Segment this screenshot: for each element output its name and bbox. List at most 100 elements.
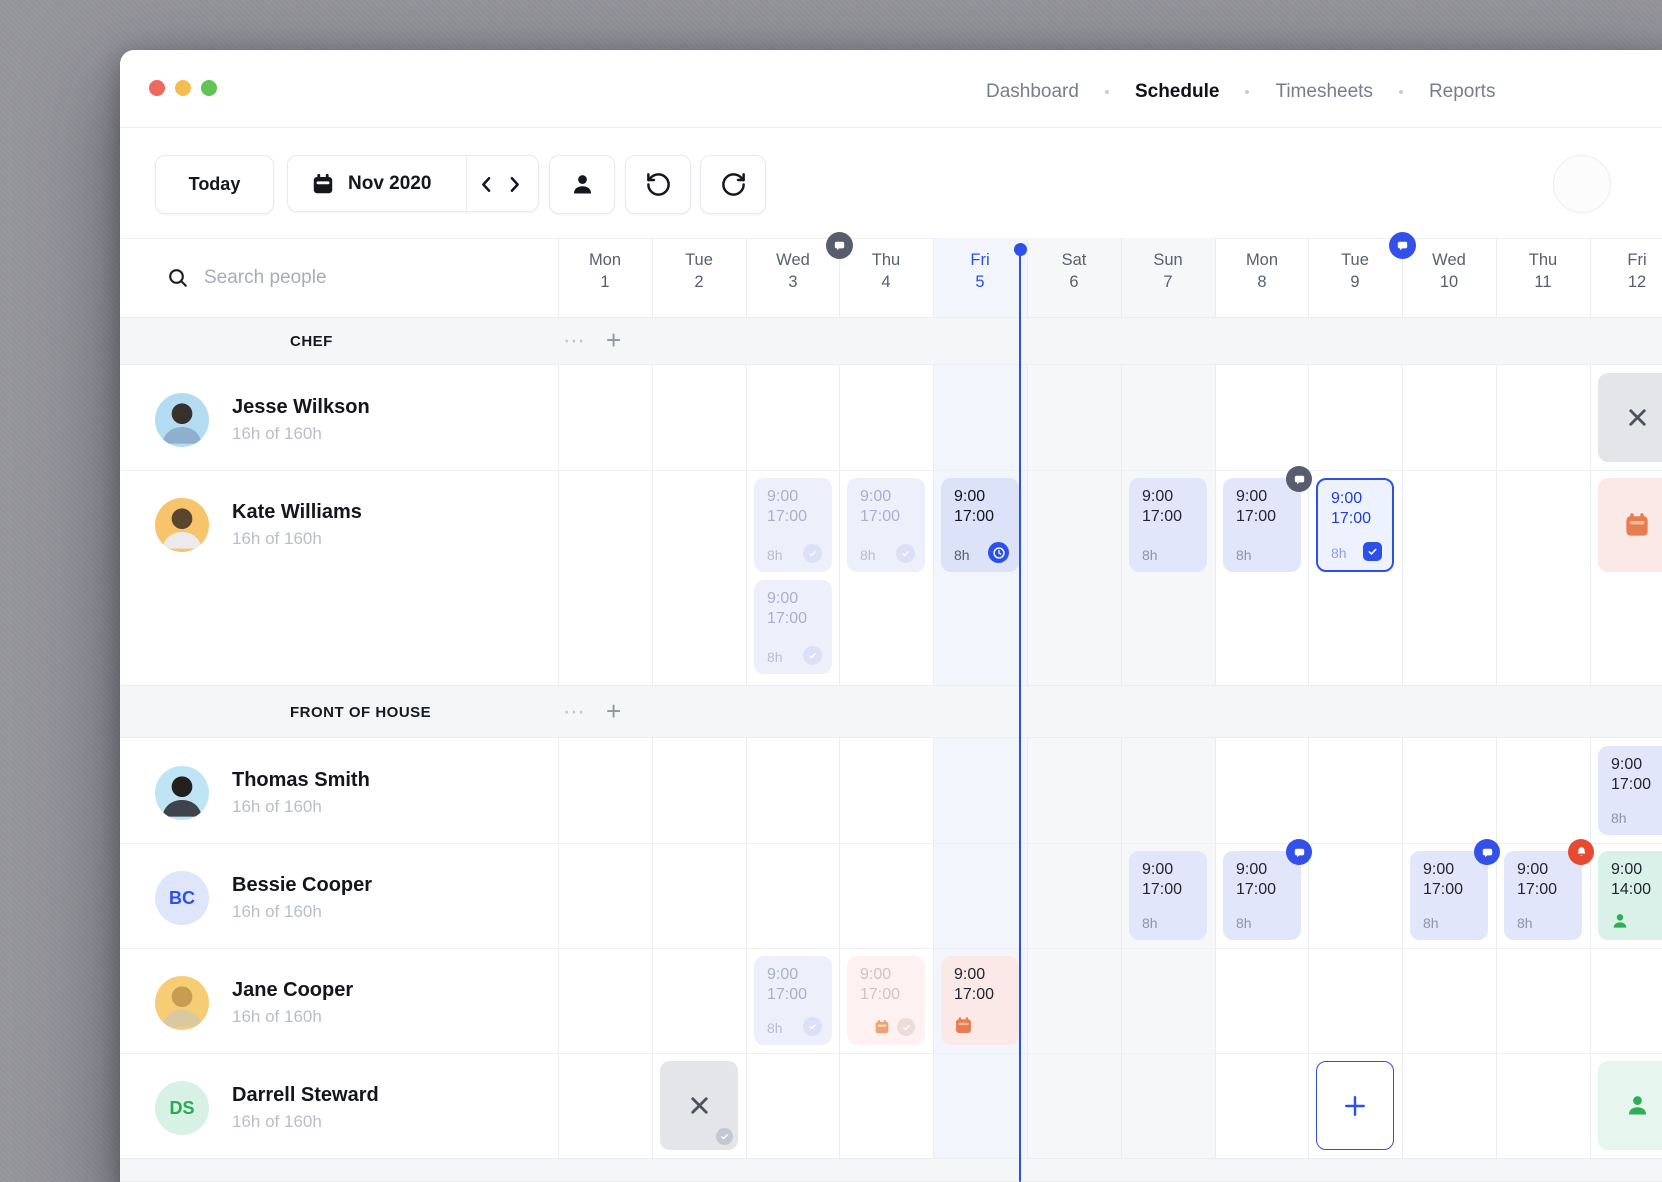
- shift-cell-pinkfaded[interactable]: 9:0017:00: [847, 956, 925, 1045]
- approved-check-icon: [897, 1018, 915, 1036]
- shift-cell-planned[interactable]: 9:0017:008h: [1598, 746, 1662, 835]
- group-options-icon[interactable]: ⋯: [563, 328, 585, 354]
- approved-check-icon: [803, 544, 822, 563]
- shift-cell-add[interactable]: [1316, 1061, 1394, 1150]
- shift-cell-planned[interactable]: 9:0017:008h: [1410, 851, 1488, 940]
- shift-cell-calendar-pink[interactable]: [1598, 478, 1662, 572]
- day-number: 11: [1496, 271, 1590, 293]
- group-label: FRONT OF HOUSE: [290, 704, 431, 721]
- shift-hours: 8h: [1517, 915, 1533, 931]
- day-name: Wed: [1402, 249, 1496, 271]
- shift-times: 9:0014:00: [1611, 860, 1651, 900]
- shift-cell-selected[interactable]: 9:0017:008h: [1316, 478, 1394, 572]
- today-button[interactable]: Today: [155, 155, 274, 214]
- shift-cell-teal[interactable]: 9:0014:00: [1598, 851, 1662, 940]
- shift-times: 9:0017:00: [1236, 487, 1276, 527]
- shift-times: 9:0017:00: [1142, 487, 1182, 527]
- shift-hours: 8h: [767, 649, 783, 665]
- alert-bell-badge[interactable]: [1568, 839, 1594, 865]
- group-header-front-of-house: FRONT OF HOUSE ⋯ +: [120, 685, 1662, 738]
- shift-check-badge: [716, 1128, 733, 1145]
- timeline-note-badge-dark[interactable]: [826, 232, 853, 259]
- chevron-left-icon[interactable]: [474, 172, 499, 197]
- day-number: 2: [652, 271, 746, 293]
- shift-cell-person-mint[interactable]: [1598, 1061, 1662, 1150]
- comment-badge[interactable]: [1286, 839, 1312, 865]
- shift-times: 9:0017:00: [1331, 489, 1371, 529]
- shift-times: 9:0017:00: [767, 965, 807, 1005]
- group-add-icon[interactable]: +: [606, 696, 621, 727]
- shift-hours: 8h: [1236, 547, 1252, 563]
- shift-times: 9:0017:00: [860, 487, 900, 527]
- shift-hours: 8h: [767, 547, 783, 563]
- clock-status-icon: [988, 542, 1009, 563]
- comment-badge[interactable]: [1286, 466, 1312, 492]
- group-options-icon[interactable]: ⋯: [563, 699, 585, 725]
- day-header-thu-4: Thu4: [839, 249, 933, 293]
- row-divider: [120, 948, 1662, 949]
- window-controls[interactable]: [149, 80, 217, 96]
- search-icon: [166, 266, 190, 290]
- minimize-button[interactable]: [175, 80, 191, 96]
- shift-hours: 8h: [1423, 915, 1439, 931]
- shift-cell-planned[interactable]: 9:0017:008h: [1223, 851, 1301, 940]
- redo-button[interactable]: [700, 155, 766, 214]
- month-label: Nov 2020: [348, 173, 431, 195]
- assignee-person-icon: [1610, 911, 1630, 931]
- nav-item-reports[interactable]: Reports: [1429, 81, 1496, 103]
- nav-item-dashboard[interactable]: Dashboard: [986, 81, 1079, 103]
- close-button[interactable]: [149, 80, 165, 96]
- group-header-next: [120, 1158, 1662, 1182]
- shift-cell-faded[interactable]: 9:0017:008h: [754, 580, 832, 674]
- time-off-calendar-icon: [953, 1015, 974, 1036]
- day-name: Fri: [933, 249, 1027, 271]
- avatar: [155, 498, 209, 552]
- person-name: Darrell Steward: [232, 1084, 379, 1107]
- time-off-calendar-icon: [1598, 478, 1662, 572]
- main-nav: Dashboard Schedule Timesheets Reports: [973, 76, 1508, 108]
- day-name: Thu: [839, 249, 933, 271]
- day-number: 12: [1590, 271, 1662, 293]
- current-time-dot[interactable]: [1014, 243, 1027, 256]
- toolbar-ghost-button[interactable]: [1553, 155, 1611, 213]
- selected-checkbox-icon[interactable]: [1363, 542, 1382, 561]
- shift-cell-planned[interactable]: 9:0017:008h: [1129, 478, 1207, 572]
- shift-cell-today[interactable]: 9:0017:008h: [941, 478, 1019, 572]
- nav-separator-dot: [1245, 90, 1249, 94]
- nav-item-schedule[interactable]: Schedule: [1135, 81, 1219, 103]
- group-add-icon[interactable]: +: [606, 325, 621, 356]
- redo-icon: [720, 171, 747, 198]
- zoom-button[interactable]: [201, 80, 217, 96]
- comment-badge[interactable]: [1474, 839, 1500, 865]
- month-picker[interactable]: Nov 2020: [287, 155, 539, 212]
- day-header-tue-2: Tue2: [652, 249, 746, 293]
- shift-cell-pink[interactable]: 9:0017:00: [941, 956, 1019, 1045]
- shift-cell-planned[interactable]: 9:0017:008h: [1504, 851, 1582, 940]
- day-number: 8: [1215, 271, 1309, 293]
- shift-cell-faded[interactable]: 9:0017:008h: [754, 956, 832, 1045]
- day-header-wed-10: Wed10: [1402, 249, 1496, 293]
- chevron-right-icon[interactable]: [502, 172, 527, 197]
- shift-times: 9:0017:00: [1142, 860, 1182, 900]
- titlebar-divider: [120, 127, 1662, 128]
- avatar: DS: [155, 1081, 209, 1135]
- nav-item-timesheets[interactable]: Timesheets: [1275, 81, 1373, 103]
- day-name: Wed: [746, 249, 840, 271]
- undo-button[interactable]: [625, 155, 691, 214]
- row-divider: [120, 1053, 1662, 1054]
- person-icon: [569, 171, 596, 198]
- avatar: [155, 393, 209, 447]
- shift-hours: 8h: [1236, 915, 1252, 931]
- day-header-fri-12: Fri12: [1590, 249, 1662, 293]
- shift-cell-faded[interactable]: 9:0017:008h: [847, 478, 925, 572]
- group-label: CHEF: [290, 333, 333, 350]
- shift-cell-planned[interactable]: 9:0017:00 8h: [1223, 478, 1301, 572]
- search-input[interactable]: [202, 258, 516, 298]
- absence-x-icon: [1598, 373, 1662, 462]
- shift-cell-absent[interactable]: [1598, 373, 1662, 462]
- shift-cell-planned[interactable]: 9:0017:008h: [1129, 851, 1207, 940]
- people-view-button[interactable]: [549, 155, 615, 214]
- shift-cell-faded[interactable]: 9:0017:008h: [754, 478, 832, 572]
- timeline-note-badge-blue[interactable]: [1389, 232, 1416, 259]
- day-header-thu-11: Thu11: [1496, 249, 1590, 293]
